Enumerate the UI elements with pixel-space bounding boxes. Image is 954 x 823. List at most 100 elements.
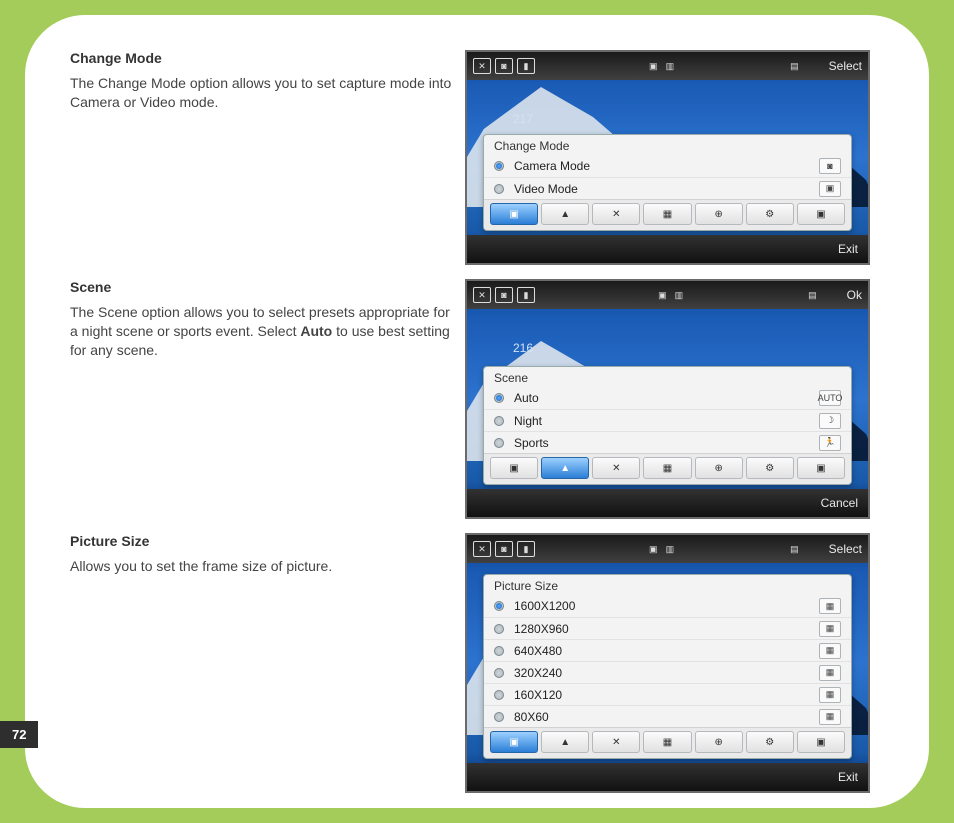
radio-icon	[494, 690, 504, 700]
menu-item-icon: 🏃	[819, 435, 841, 451]
device-screenshot: ✕◙▮▣▥▤Ok216SceneAutoAUTONight☽Sports🏃▣▲✕…	[465, 279, 870, 519]
toolbar-button[interactable]: ▲	[541, 203, 589, 225]
manual-row: Change ModeThe Change Mode option allows…	[70, 50, 884, 265]
status-icon: ▮	[517, 541, 535, 557]
menu-item-label: 640X480	[514, 644, 809, 658]
status-icon: ▥	[664, 58, 677, 74]
menu-item[interactable]: 1280X960▦	[484, 617, 851, 639]
status-icon: ▣	[647, 58, 660, 74]
manual-row: Picture Size Allows you to set the frame …	[70, 533, 884, 793]
radio-icon	[494, 416, 504, 426]
toolbar-button[interactable]: ✕	[592, 203, 640, 225]
softkey-bottom-right[interactable]: Cancel	[821, 496, 858, 510]
menu-item-icon: ▦	[819, 643, 841, 659]
toolbar-button[interactable]: ⊕	[695, 457, 743, 479]
status-icon: ▥	[673, 287, 686, 303]
menu-panel: Change ModeCamera Mode◙Video Mode▣▣▲✕▦⊕⚙…	[483, 134, 852, 231]
status-icon: ▤	[806, 287, 819, 303]
menu-item[interactable]: AutoAUTO	[484, 387, 851, 409]
menu-item-label: Night	[514, 414, 809, 428]
menu-item-label: Auto	[514, 391, 809, 405]
section-body: The Change Mode option allows you to set…	[70, 74, 455, 112]
menu-item-icon: ▦	[819, 621, 841, 637]
toolbar-button[interactable]: ▣	[797, 457, 845, 479]
menu-item[interactable]: 1600X1200▦	[484, 595, 851, 617]
status-icon: ▥	[664, 541, 677, 557]
menu-item[interactable]: Video Mode▣	[484, 177, 851, 199]
text-column: Change ModeThe Change Mode option allows…	[70, 50, 465, 112]
toolbar-button[interactable]: ▣	[797, 731, 845, 753]
status-icon: ◙	[495, 58, 513, 74]
menu-item-icon: ◙	[819, 158, 841, 174]
device-screenshot: ✕◙▮▣▥▤Select217Change ModeCamera Mode◙Vi…	[465, 50, 870, 265]
status-icon: ▤	[788, 58, 801, 74]
radio-icon	[494, 624, 504, 634]
radio-icon	[494, 601, 504, 611]
menu-toolbar: ▣▲✕▦⊕⚙▣	[484, 199, 851, 230]
menu-item[interactable]: 640X480 ▦	[484, 639, 851, 661]
toolbar-button[interactable]: ▣	[490, 203, 538, 225]
screenshot-column: ✕◙▮▣▥▤SelectPicture Size1600X1200▦1280X9…	[465, 533, 870, 793]
menu-item-icon: ▦	[819, 709, 841, 725]
menu-item[interactable]: Camera Mode◙	[484, 155, 851, 177]
softkey-top-right[interactable]: Ok	[847, 288, 862, 302]
section-body: Allows you to set the frame size of pict…	[70, 557, 455, 576]
softkey-bar: Exit	[467, 763, 868, 791]
status-icon: ▮	[517, 58, 535, 74]
toolbar-button[interactable]: ▲	[541, 457, 589, 479]
toolbar-button[interactable]: ⚙	[746, 203, 794, 225]
menu-item[interactable]: 320X240▦	[484, 661, 851, 683]
toolbar-button[interactable]: ✕	[592, 457, 640, 479]
softkey-bar: Cancel	[467, 489, 868, 517]
status-icon: ▤	[788, 541, 801, 557]
menu-item-icon: ▦	[819, 665, 841, 681]
radio-icon	[494, 161, 504, 171]
menu-toolbar: ▣▲✕▦⊕⚙▣	[484, 453, 851, 484]
toolbar-button[interactable]: ▦	[643, 203, 691, 225]
toolbar-button[interactable]: ⊕	[695, 203, 743, 225]
page-number: 72	[0, 721, 38, 748]
softkey-bottom-right[interactable]: Exit	[838, 242, 858, 256]
screenshot-body: 217Change ModeCamera Mode◙Video Mode▣▣▲✕…	[467, 80, 868, 235]
status-icon: ✕	[473, 287, 491, 303]
device-screenshot: ✕◙▮▣▥▤SelectPicture Size1600X1200▦1280X9…	[465, 533, 870, 793]
menu-item-label: Sports	[514, 436, 809, 450]
menu-title: Picture Size	[484, 575, 851, 595]
photo-counter: 217	[513, 112, 533, 126]
softkey-bottom-right[interactable]: Exit	[838, 770, 858, 784]
toolbar-button[interactable]: ✕	[592, 731, 640, 753]
text-column: SceneThe Scene option allows you to sele…	[70, 279, 465, 360]
section-heading: Picture Size	[70, 533, 455, 549]
toolbar-button[interactable]: ⚙	[746, 731, 794, 753]
status-bar: ✕◙▮▣▥▤Ok	[467, 281, 868, 309]
softkey-top-right[interactable]: Select	[829, 59, 862, 73]
toolbar-button[interactable]: ▣	[490, 457, 538, 479]
menu-item[interactable]: 80X60▦	[484, 705, 851, 727]
softkey-top-right[interactable]: Select	[829, 542, 862, 556]
toolbar-button[interactable]: ▣	[490, 731, 538, 753]
menu-item-label: 1600X1200	[514, 599, 809, 613]
toolbar-button[interactable]: ⚙	[746, 457, 794, 479]
toolbar-button[interactable]: ▦	[643, 731, 691, 753]
section-body: The Scene option allows you to select pr…	[70, 303, 455, 360]
status-icon: ▮	[517, 287, 535, 303]
menu-toolbar: ▣▲✕▦⊕⚙▣	[484, 727, 851, 758]
radio-icon	[494, 712, 504, 722]
menu-item[interactable]: Night ☽	[484, 409, 851, 431]
menu-list: AutoAUTO Night ☽ Sports 🏃	[484, 387, 851, 453]
toolbar-button[interactable]: ▲	[541, 731, 589, 753]
toolbar-button[interactable]: ▣	[797, 203, 845, 225]
status-icon: ◙	[495, 541, 513, 557]
menu-item[interactable]: Sports 🏃	[484, 431, 851, 453]
bold-term: Auto	[300, 323, 332, 339]
menu-item[interactable]: 160X120▦	[484, 683, 851, 705]
manual-row: Scene The Scene option allows you to sele…	[70, 279, 884, 519]
toolbar-button[interactable]: ▦	[643, 457, 691, 479]
toolbar-button[interactable]: ⊕	[695, 731, 743, 753]
menu-panel: Picture Size1600X1200▦1280X960▦640X480▦3…	[483, 574, 852, 759]
menu-item-icon: ☽	[819, 413, 841, 429]
radio-icon	[494, 393, 504, 403]
status-icon: ▣	[647, 541, 660, 557]
menu-panel: SceneAutoAUTONight☽Sports🏃▣▲✕▦⊕⚙▣	[483, 366, 852, 485]
menu-title: Scene	[484, 367, 851, 387]
